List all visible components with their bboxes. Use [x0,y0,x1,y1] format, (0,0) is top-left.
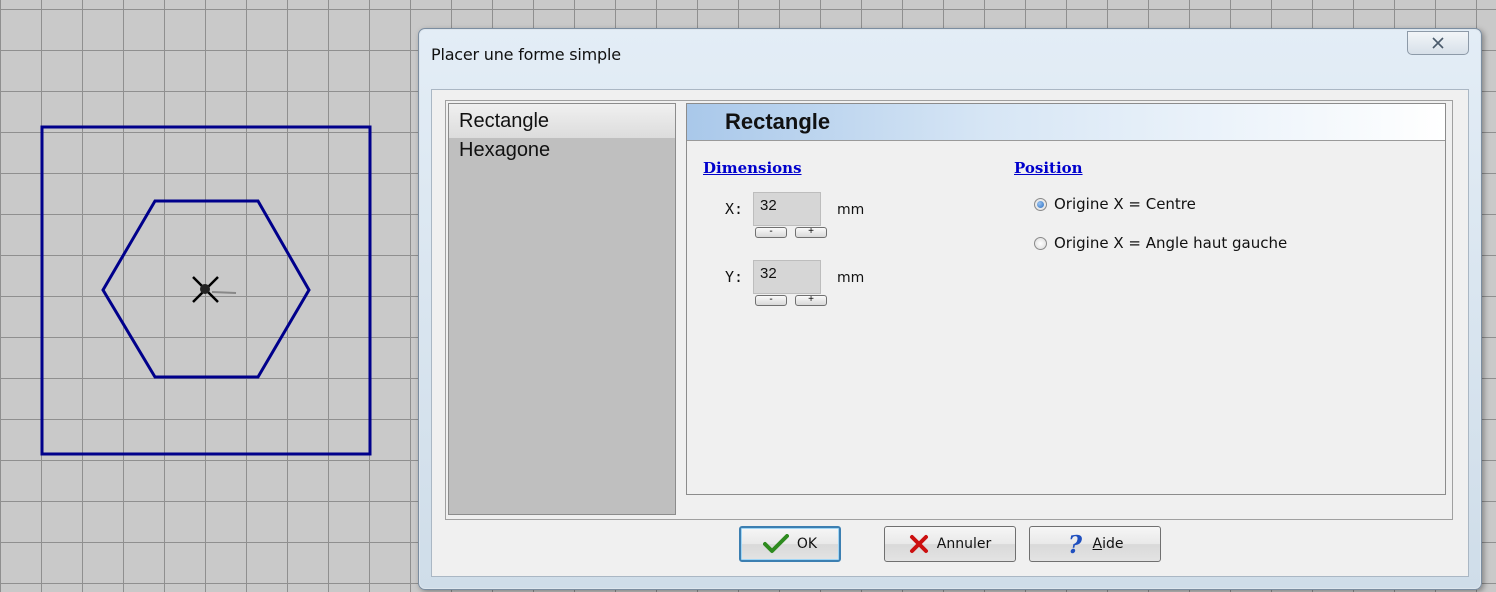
x-increment-button[interactable]: + [795,227,827,238]
radio-origin-top-left[interactable]: Origine X = Angle haut gauche [1034,234,1287,252]
y-input[interactable]: 32 [753,260,821,294]
radio-origin-top-left-label: Origine X = Angle haut gauche [1054,234,1288,252]
dialog-title: Placer une forme simple [431,45,621,64]
checkmark-icon [762,534,789,554]
close-x-icon [1432,37,1444,49]
radio-checked-icon[interactable] [1034,197,1047,211]
x-input[interactable]: 32 [753,192,821,226]
shape-item-hexagone[interactable]: Hexagone [449,138,675,166]
help-label-rest: ide [1102,536,1124,552]
shape-panel: Rectangle Hexagone Rectangle Dimensions … [445,100,1453,520]
radio-origin-centre-label: Origine X = Centre [1054,195,1196,213]
help-label: Aide [1093,536,1124,552]
x-unit: mm [837,202,865,218]
y-increment-button[interactable]: + [795,295,827,306]
shape-detail-panel: Rectangle Dimensions X: 32 mm - + Y: 32 … [686,103,1446,495]
dimensions-title: Dimensions [703,159,802,177]
help-button[interactable]: ? Aide [1029,526,1161,562]
detail-header: Rectangle [687,104,1445,141]
ok-button[interactable]: OK [739,526,841,562]
y-unit: mm [837,270,865,286]
shape-item-rectangle[interactable]: Rectangle [449,104,675,138]
cursor-cross-icon [192,276,237,303]
radio-unchecked-icon[interactable] [1034,236,1047,250]
svg-text:?: ? [1068,532,1083,556]
shape-list: Rectangle Hexagone [448,103,676,515]
drawing-canvas[interactable] [0,0,420,592]
cancel-button[interactable]: Annuler [884,526,1016,562]
place-shape-dialog: Placer une forme simple Rectangle Hexago… [418,28,1482,590]
close-button[interactable] [1407,31,1469,55]
x-decrement-button[interactable]: - [755,227,787,238]
help-accelerator: A [1092,536,1103,552]
x-label: X: [725,200,744,218]
y-label: Y: [725,268,744,286]
ok-label: OK [796,536,818,552]
dialog-client-area: Rectangle Hexagone Rectangle Dimensions … [431,89,1469,577]
radio-origin-centre[interactable]: Origine X = Centre [1034,195,1196,213]
question-mark-icon: ? [1067,532,1085,556]
x-mark-icon [909,534,929,554]
y-decrement-button[interactable]: - [755,295,787,306]
cancel-label: Annuler [936,536,992,552]
position-title: Position [1014,159,1083,177]
